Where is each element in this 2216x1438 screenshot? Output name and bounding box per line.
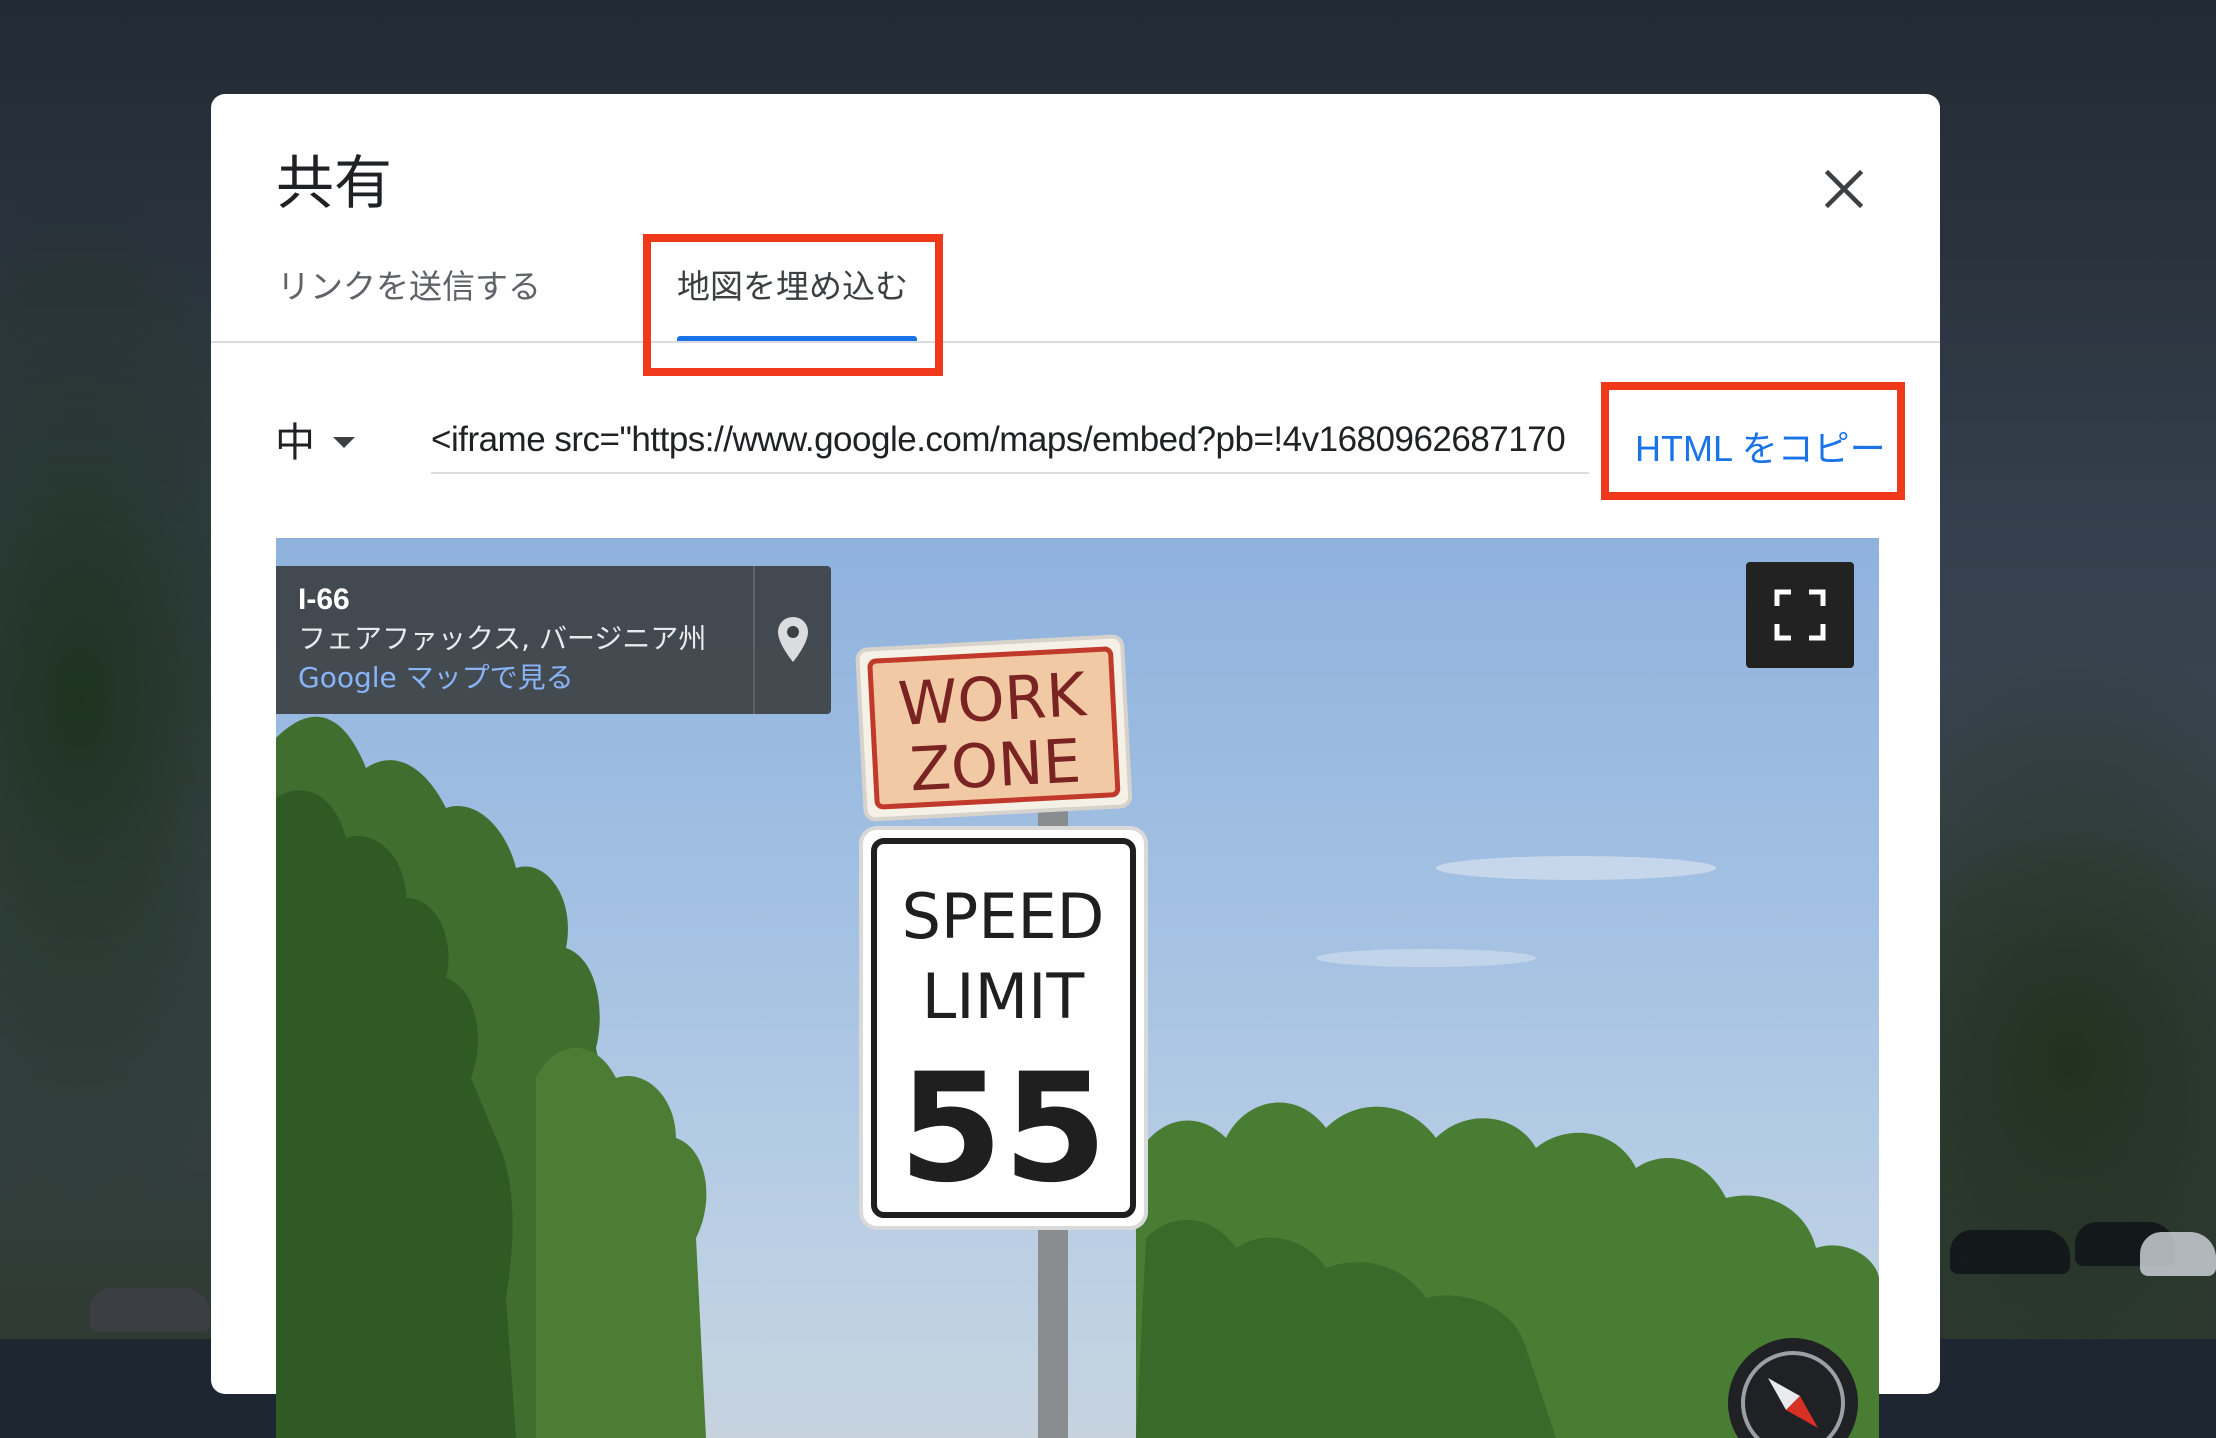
sign-limit-text: LIMIT — [922, 960, 1086, 1033]
copy-html-button[interactable]: HTML をコピー — [1635, 420, 1886, 472]
map-size-value: 中 — [275, 420, 315, 466]
tab-send-link[interactable]: リンクを送信する — [277, 270, 541, 303]
close-button[interactable] — [1809, 154, 1879, 224]
compass-button[interactable] — [1728, 1338, 1858, 1438]
map-pin-icon — [778, 617, 808, 662]
sign-speed-value: 55 — [899, 1042, 1108, 1216]
close-icon — [1824, 169, 1864, 209]
fullscreen-button[interactable] — [1746, 562, 1854, 668]
dropdown-caret-icon — [333, 436, 355, 448]
tab-embed-map[interactable]: 地図を埋め込む — [677, 270, 908, 303]
location-title: I-66 — [298, 583, 350, 616]
tabs-divider — [211, 341, 1940, 343]
location-info-card: I-66 フェアファックス, バージニア州 Google マップで見る — [276, 566, 831, 714]
embed-code-field[interactable] — [431, 412, 1589, 474]
background-car — [2140, 1232, 2216, 1276]
location-subtitle: フェアファックス, バージニア州 — [298, 622, 707, 655]
sign-speed-text: SPEED — [902, 880, 1105, 953]
share-dialog: 共有 リンクを送信する 地図を埋め込む 中 HTML をコピー — [211, 94, 1940, 1438]
dialog-title: 共有 — [276, 149, 393, 217]
compass-icon — [1741, 1351, 1845, 1438]
fullscreen-icon — [1774, 589, 1826, 641]
map-size-select[interactable]: 中 — [275, 414, 355, 466]
open-in-maps-link[interactable]: Google マップで見る — [298, 660, 738, 696]
street-view-preview[interactable]: WORK ZONE SPEED LIMIT 55 I-66 フェアファックス, … — [276, 538, 1879, 1438]
background-car — [90, 1288, 210, 1332]
show-on-map-button[interactable] — [755, 566, 831, 714]
background-car — [1950, 1230, 2070, 1274]
sign-zone-text: ZONE — [908, 727, 1083, 806]
